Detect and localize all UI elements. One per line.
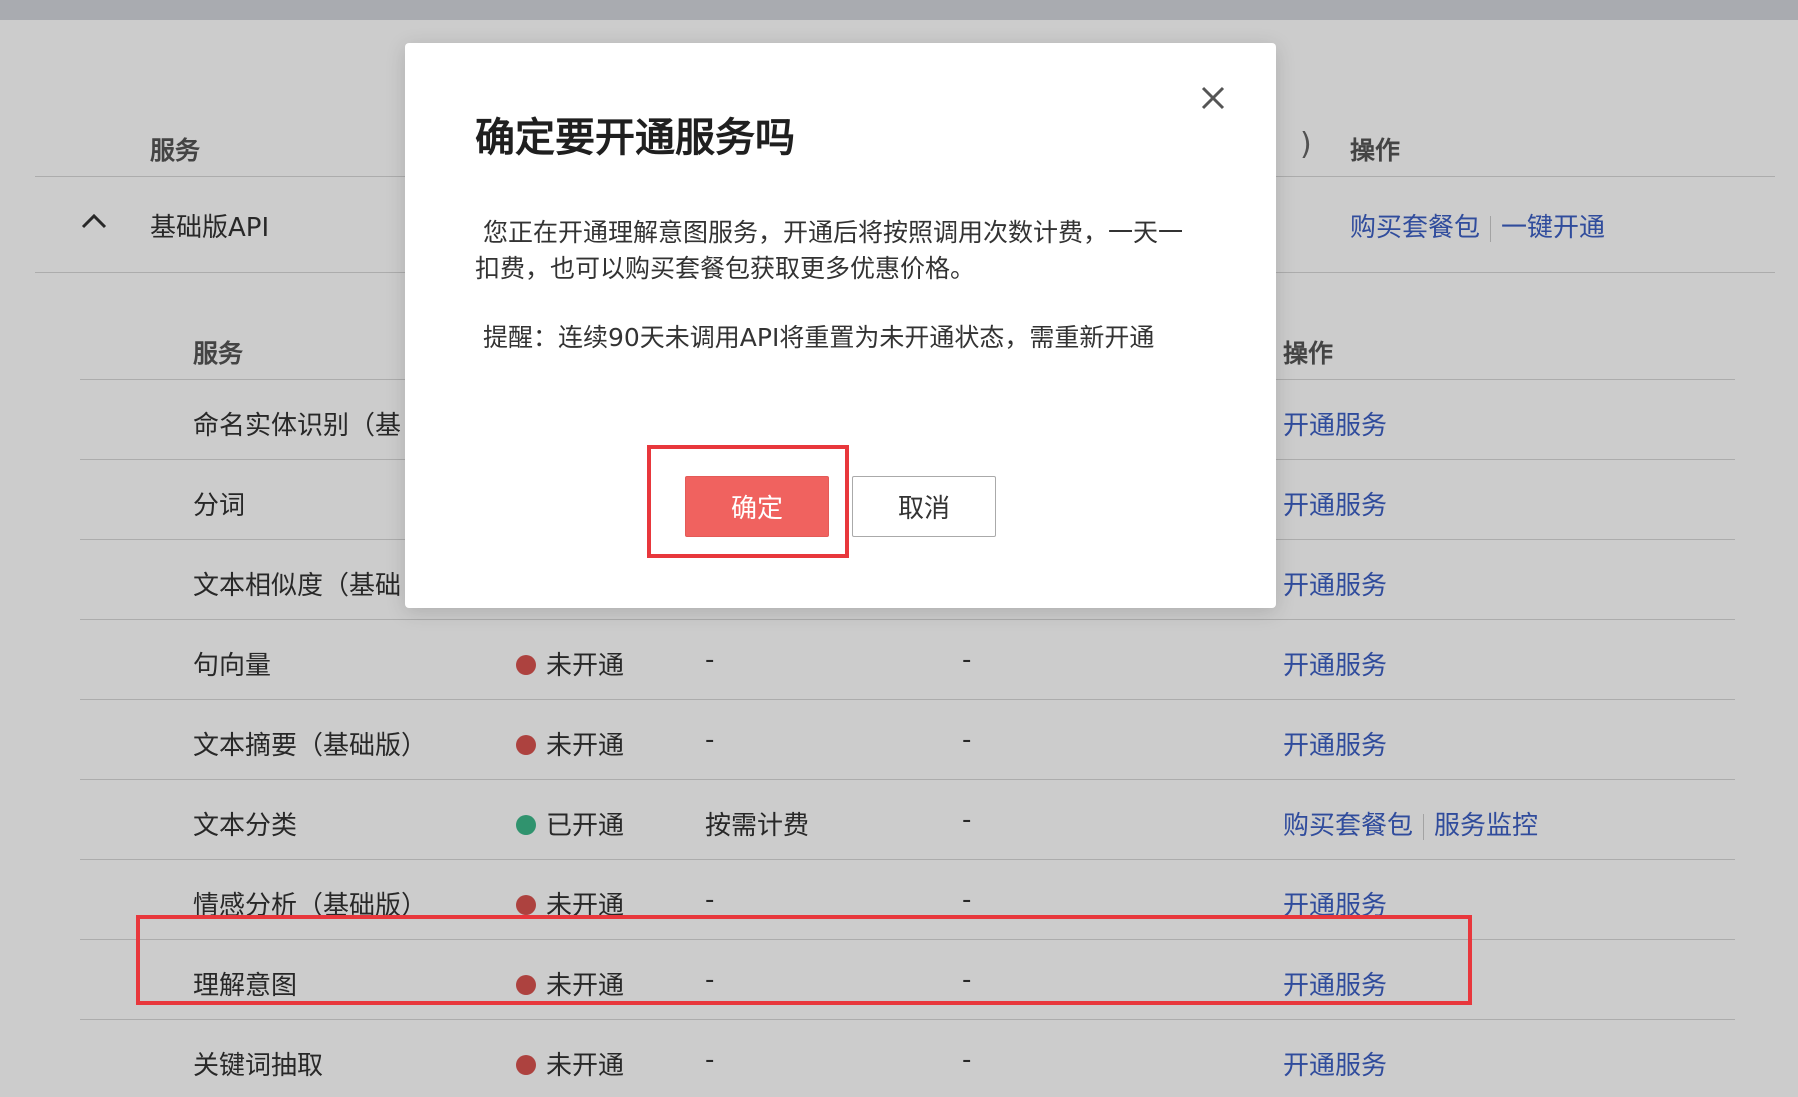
close-icon[interactable] xyxy=(1200,78,1226,118)
dialog-message: 您正在开通理解意图服务，开通后将按照调用次数计费，一天一扣费，也可以购买套餐包获… xyxy=(475,218,1184,283)
confirm-button[interactable]: 确定 xyxy=(685,476,829,537)
cancel-button[interactable]: 取消 xyxy=(852,476,996,537)
dialog-title: 确定要开通服务吗 xyxy=(475,115,795,161)
dialog-reminder: 提醒：连续90天未调用API将重置为未开通状态，需重新开通 xyxy=(483,323,1155,352)
confirm-enable-dialog: 确定要开通服务吗 您正在开通理解意图服务，开通后将按照调用次数计费，一天一扣费，… xyxy=(405,43,1276,608)
